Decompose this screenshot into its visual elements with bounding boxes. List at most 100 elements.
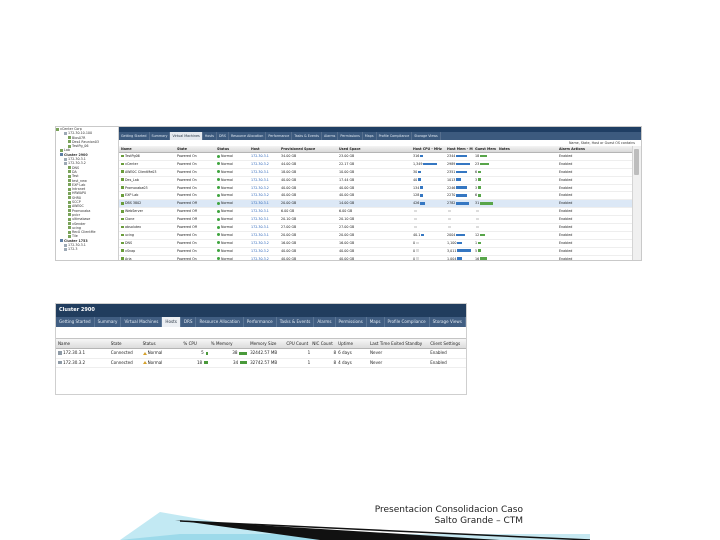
table-row[interactable]: absolutex Powered Off Normal 172.30.3.1 27.0…	[119, 224, 633, 232]
tab-maps[interactable]: Maps	[363, 132, 377, 140]
table-row[interactable]: 172.30.3.2 Connected Normal 18 34 32742.57 MB…	[56, 359, 466, 368]
tab-alarms[interactable]: Alarms	[314, 317, 336, 327]
table-row[interactable]: 172.30.3.1 Connected Normal 5 38 32442.57 MB 1…	[56, 349, 466, 359]
column-header[interactable]: Guest Mem - %	[473, 146, 497, 152]
vm-host-cell[interactable]: 172.30.3.2	[249, 192, 279, 199]
tab-hosts[interactable]: Hosts	[162, 317, 181, 327]
tab-storage-views[interactable]: Storage Views	[412, 132, 441, 140]
vm-host-cell[interactable]: 172.30.3.1	[249, 169, 279, 176]
tab-virtual-machines[interactable]: Virtual Machines	[170, 132, 203, 140]
vm-name-cell[interactable]: vCenter	[119, 161, 175, 168]
tab-alarms[interactable]: Alarms	[322, 132, 339, 140]
vm-host-cell[interactable]: 172.30.3.1	[249, 177, 279, 184]
vm-name-cell[interactable]: DBS 3802	[119, 200, 175, 207]
host-name-cell[interactable]: 172.30.3.1	[56, 349, 109, 358]
tab-drs[interactable]: DRS	[181, 317, 197, 327]
vertical-scrollbar[interactable]	[632, 146, 641, 260]
tab-summary[interactable]: Summary	[150, 132, 171, 140]
column-header[interactable]: Used Space	[337, 146, 411, 152]
vm-host-cell[interactable]: 172.30.3.2	[249, 240, 279, 247]
table-row[interactable]: WebServer Powered Off Normal 172.30.3.1 6.00…	[119, 208, 633, 217]
table-row[interactable]: AWE0C ClientMe03 Powered On Normal 172.30.3…	[119, 169, 633, 177]
vm-name-cell[interactable]: vSnap	[119, 248, 175, 255]
tab-getting-started[interactable]: Getting Started	[56, 317, 95, 327]
table-row[interactable]: DNS Powered On Normal 172.30.3.2 16.00 GB 16.…	[119, 240, 633, 248]
vm-name-cell[interactable]: Promocaba03	[119, 185, 175, 192]
table-row[interactable]: DBS 3802 Powered Off Normal 172.30.3.1 20.00…	[119, 200, 633, 209]
column-header[interactable]: % Memory	[209, 339, 248, 348]
vm-name-cell[interactable]: DNS	[119, 240, 175, 247]
tab-tasks-events[interactable]: Tasks & Events	[292, 132, 322, 140]
column-header[interactable]: Memory Size	[248, 339, 284, 348]
tab-getting-started[interactable]: Getting Started	[119, 132, 150, 140]
column-header[interactable]: % CPU	[181, 339, 208, 348]
column-header[interactable]: Host Mem - MB	[445, 146, 473, 152]
usage-bar	[478, 186, 482, 189]
column-header[interactable]: Status	[215, 146, 249, 152]
column-header[interactable]: Provisioned Space	[279, 146, 337, 152]
vm-name-cell[interactable]: EXP Lab	[119, 192, 175, 199]
vm-name-cell[interactable]: ucing	[119, 232, 175, 239]
tab-permissions[interactable]: Permissions	[338, 132, 363, 140]
table-row[interactable]: EXP Lab Powered On Normal 172.30.3.2 40.00 G…	[119, 192, 633, 201]
tab-resource-allocation[interactable]: Resource Allocation	[229, 132, 267, 140]
vm-host-cell[interactable]: 172.30.3.1	[249, 153, 279, 160]
column-header[interactable]: Alarm Actions	[557, 146, 607, 152]
vm-host-cell[interactable]: 172.30.3.1	[249, 232, 279, 239]
vm-host-cell[interactable]: 172.30.3.2	[249, 256, 279, 260]
vm-host-cell[interactable]: 172.30.3.1	[249, 208, 279, 215]
column-header[interactable]: Client Settings	[428, 339, 466, 348]
column-header[interactable]: NIC Count	[310, 339, 336, 348]
scrollbar-thumb[interactable]	[634, 149, 639, 175]
tab-drs[interactable]: DRS	[217, 132, 229, 140]
table-row[interactable]: Des_Lab Powered On Normal 172.30.3.1 40.00 G…	[119, 177, 633, 185]
tab-permissions[interactable]: Permissions	[336, 317, 367, 327]
vm-host-cell[interactable]: 172.30.3.2	[249, 185, 279, 192]
tab-profile-compliance[interactable]: Profile Compliance	[385, 317, 430, 327]
vm-host-cell[interactable]: 172.30.3.2	[249, 161, 279, 168]
column-header[interactable]: State	[109, 339, 141, 348]
table-row[interactable]: Aria Powered On Normal 172.30.3.2 40.00 GB 40…	[119, 256, 633, 260]
vm-name-cell[interactable]: Clone	[119, 216, 175, 223]
vm-host-cell[interactable]: 172.30.3.1	[249, 200, 279, 207]
tab-tasks-events[interactable]: Tasks & Events	[277, 317, 315, 327]
vm-name-cell[interactable]: TestPg06	[119, 153, 175, 160]
table-row[interactable]: TestPg06 Powered On Normal 172.30.3.1 34.00 …	[119, 153, 633, 161]
table-row[interactable]: vCenter Powered On Normal 172.30.3.2 44.00 G…	[119, 161, 633, 169]
column-header[interactable]: Uptime	[336, 339, 368, 348]
vm-host-cell[interactable]: 172.30.3.1	[249, 224, 279, 231]
column-header[interactable]: State	[175, 146, 215, 152]
tab-performance[interactable]: Performance	[266, 132, 293, 140]
tab-virtual-machines[interactable]: Virtual Machines	[121, 317, 163, 327]
vm-host-cell[interactable]: 172.30.3.2	[249, 248, 279, 255]
column-header[interactable]: Status	[141, 339, 182, 348]
vm-name-cell[interactable]: Des_Lab	[119, 177, 175, 184]
tab-maps[interactable]: Maps	[367, 317, 385, 327]
vm-name-cell[interactable]: WebServer	[119, 208, 175, 215]
column-header[interactable]: Host	[249, 146, 279, 152]
column-header[interactable]: Name	[119, 146, 175, 152]
column-header[interactable]: CPU Count	[284, 339, 310, 348]
vm-name-cell[interactable]: AWE0C ClientMe03	[119, 169, 175, 176]
table-row[interactable]: ucing Powered On Normal 172.30.3.1 20.00 GB 2…	[119, 232, 633, 240]
column-header[interactable]: Host CPU - MHz	[411, 146, 445, 152]
table-row[interactable]: Promocaba03 Powered On Normal 172.30.3.2 40.…	[119, 185, 633, 193]
tab-profile-compliance[interactable]: Profile Compliance	[377, 132, 413, 140]
table-row[interactable]: vSnap Powered On Normal 172.30.3.2 40.00 GB 4…	[119, 248, 633, 256]
host-name-cell[interactable]: 172.30.3.2	[56, 359, 109, 368]
column-header[interactable]: Last Time Exited Standby	[368, 339, 428, 348]
vm-icon	[68, 226, 71, 230]
vm-host-cell[interactable]: 172.30.3.1	[249, 216, 279, 223]
tab-performance[interactable]: Performance	[244, 317, 277, 327]
tab-resource-allocation[interactable]: Resource Allocation	[196, 317, 244, 327]
guest-mem: 5	[475, 248, 478, 253]
tree-item-host[interactable]: 172.3	[56, 247, 118, 251]
column-header[interactable]: Name	[56, 339, 109, 348]
vm-name-cell[interactable]: Aria	[119, 256, 175, 260]
vm-name-cell[interactable]: absolutex	[119, 224, 175, 231]
tab-hosts[interactable]: Hosts	[203, 132, 218, 140]
column-header[interactable]: Notes	[497, 146, 557, 152]
table-row[interactable]: Clone Powered Off Normal 172.30.3.1 20.10 GB…	[119, 216, 633, 225]
tab-storage-views[interactable]: Storage Views	[430, 317, 466, 327]
tab-summary[interactable]: Summary	[95, 317, 122, 327]
